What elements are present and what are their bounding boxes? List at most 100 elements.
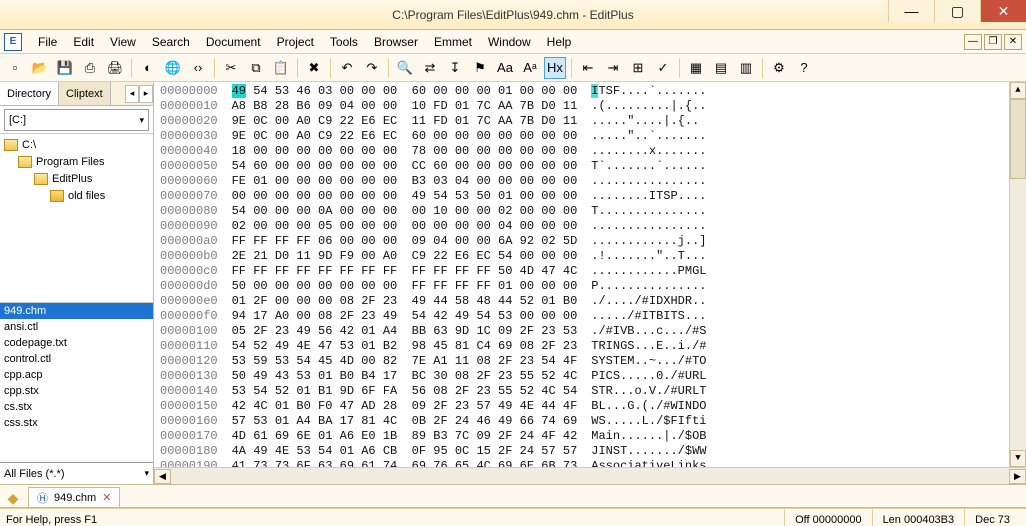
menu-window[interactable]: Window <box>480 33 539 51</box>
indent-left-icon[interactable]: ⇤ <box>577 57 599 79</box>
tree-node[interactable]: Program Files <box>0 153 153 170</box>
hex-offset: 00000130 <box>160 369 218 383</box>
hex-row: 0000004018 00 00 00 00 00 00 00 78 00 00… <box>160 144 1020 159</box>
bookmark-icon[interactable]: ⚑ <box>469 57 491 79</box>
hex-row: 0000013050 49 43 53 01 B0 B4 17 BC 30 08… <box>160 369 1020 384</box>
menu-help[interactable]: Help <box>539 33 580 51</box>
window-1-icon[interactable]: ▦ <box>685 57 707 79</box>
mdi-minimize-button[interactable]: — <box>964 34 982 50</box>
scroll-up-icon[interactable]: ▲ <box>1010 82 1026 99</box>
status-dec: Dec 73 <box>964 509 1020 526</box>
hex-bytes: 50 00 00 00 00 00 00 00 FF FF FF FF 01 0… <box>232 279 578 293</box>
hex-ascii: ............PMGL <box>591 264 706 278</box>
hex-view[interactable]: ▲ ▼ 0000000049 54 53 46 03 00 00 00 60 0… <box>154 82 1026 467</box>
file-item[interactable]: 949.chm <box>0 303 153 319</box>
file-item[interactable]: cpp.acp <box>0 367 153 383</box>
tab-scroll-right[interactable]: ▸ <box>139 85 153 103</box>
doc-tab-close[interactable]: ✕ <box>102 491 111 504</box>
print-icon[interactable]: 🖨 <box>104 57 126 79</box>
menu-project[interactable]: Project <box>269 33 322 51</box>
save-all-icon[interactable]: ⎙ <box>79 57 101 79</box>
file-item[interactable]: codepage.txt <box>0 335 153 351</box>
vertical-scrollbar[interactable]: ▲ ▼ <box>1009 82 1026 467</box>
options-icon[interactable]: ⚙ <box>768 57 790 79</box>
indent-right-icon[interactable]: ⇥ <box>602 57 624 79</box>
file-item[interactable]: cpp.stx <box>0 383 153 399</box>
hex-icon[interactable]: Hx <box>544 57 566 79</box>
hex-row: 000000209E 0C 00 A0 C9 22 E6 EC 11 FD 01… <box>160 114 1020 129</box>
tree-node[interactable]: EditPlus <box>0 170 153 187</box>
side-tabs: Directory Cliptext ◂ ▸ <box>0 82 153 106</box>
case-icon[interactable]: Aa <box>494 57 516 79</box>
menu-edit[interactable]: Edit <box>65 33 102 51</box>
hex-offset: 00000070 <box>160 189 218 203</box>
hex-offset: 00000000 <box>160 84 218 98</box>
scroll-thumb[interactable] <box>1010 99 1026 179</box>
maximize-button[interactable]: ▢ <box>934 0 980 22</box>
scroll-left-icon[interactable]: ◀ <box>154 469 171 484</box>
window-3-icon[interactable]: ▥ <box>735 57 757 79</box>
hex-bytes: 53 59 53 54 45 4D 00 82 7E A1 11 08 2F 2… <box>232 354 578 368</box>
menu-tools[interactable]: Tools <box>322 33 366 51</box>
hex-ascii: Main......|./$OB <box>591 429 706 443</box>
menu-view[interactable]: View <box>102 33 144 51</box>
font-icon[interactable]: Aᵃ <box>519 57 541 79</box>
file-list[interactable]: 949.chmansi.ctlcodepage.txtcontrol.ctlcp… <box>0 303 153 462</box>
directory-tree[interactable]: C:\ Program Files EditPlus old files <box>0 133 153 303</box>
find-icon[interactable]: 🔍 <box>394 57 416 79</box>
file-item[interactable]: cs.stx <box>0 399 153 415</box>
hex-offset: 00000190 <box>160 459 218 467</box>
replace-icon[interactable]: ⇄ <box>419 57 441 79</box>
spell-icon[interactable]: ✓ <box>652 57 674 79</box>
new-file-icon[interactable]: ▫ <box>4 57 26 79</box>
window-2-icon[interactable]: ▤ <box>710 57 732 79</box>
close-button[interactable]: ✕ <box>980 0 1026 22</box>
hex-bytes: 54 00 00 00 0A 00 00 00 00 10 00 00 02 0… <box>232 204 578 218</box>
undo-icon[interactable]: ↶ <box>336 57 358 79</box>
mdi-close-button[interactable]: ✕ <box>1004 34 1022 50</box>
menu-file[interactable]: File <box>30 33 65 51</box>
help-icon[interactable]: ? <box>793 57 815 79</box>
tab-cliptext[interactable]: Cliptext <box>59 82 111 105</box>
cut-icon[interactable]: ✂ <box>220 57 242 79</box>
preview-icon[interactable]: ◐ <box>137 57 159 79</box>
tree-node[interactable]: C:\ <box>0 136 153 153</box>
minimize-button[interactable]: — <box>888 0 934 22</box>
open-icon[interactable]: 📂 <box>29 57 51 79</box>
hex-row: 0000000049 54 53 46 03 00 00 00 60 00 00… <box>160 84 1020 99</box>
tree-label: Program Files <box>36 156 104 168</box>
tree-label: EditPlus <box>52 173 92 185</box>
scroll-right-icon[interactable]: ▶ <box>1009 469 1026 484</box>
drive-selector[interactable]: [C:] ▾ <box>4 109 149 131</box>
tree-node[interactable]: old files <box>0 187 153 204</box>
paste-icon[interactable]: 📋 <box>270 57 292 79</box>
ruler-icon[interactable]: ⊞ <box>627 57 649 79</box>
menu-browser[interactable]: Browser <box>366 33 426 51</box>
menu-search[interactable]: Search <box>144 33 198 51</box>
code-icon[interactable]: ‹› <box>187 57 209 79</box>
redo-icon[interactable]: ↷ <box>361 57 383 79</box>
file-item[interactable]: css.stx <box>0 415 153 431</box>
new-doc-icon[interactable]: ◆ <box>4 489 22 507</box>
doc-tab[interactable]: Ⓗ 949.chm ✕ <box>28 487 120 507</box>
file-type-selector[interactable]: All Files (*.*) ▾ <box>0 462 153 484</box>
file-item[interactable]: control.ctl <box>0 351 153 367</box>
hex-row: 000000e001 2F 00 00 00 08 2F 23 49 44 58… <box>160 294 1020 309</box>
tab-scroll-left[interactable]: ◂ <box>125 85 139 103</box>
tab-directory[interactable]: Directory <box>0 82 59 105</box>
browser-icon[interactable]: 🌐 <box>162 57 184 79</box>
hex-bytes: 00 00 00 00 00 00 00 00 49 54 53 50 01 0… <box>232 189 578 203</box>
goto-icon[interactable]: ↧ <box>444 57 466 79</box>
save-icon[interactable]: 💾 <box>54 57 76 79</box>
horizontal-scrollbar[interactable]: ◀ ▶ <box>154 467 1026 484</box>
mdi-restore-button[interactable]: ❐ <box>984 34 1002 50</box>
menu-document[interactable]: Document <box>198 33 269 51</box>
scroll-down-icon[interactable]: ▼ <box>1010 450 1026 467</box>
file-item[interactable]: ansi.ctl <box>0 319 153 335</box>
copy-icon[interactable]: ⧉ <box>245 57 267 79</box>
menu-emmet[interactable]: Emmet <box>426 33 480 51</box>
hex-ascii: T`.......`...... <box>591 159 706 173</box>
hex-offset: 000000c0 <box>160 264 218 278</box>
delete-icon[interactable]: ✖ <box>303 57 325 79</box>
hex-ascii: .(.........|.{.. <box>591 99 706 113</box>
